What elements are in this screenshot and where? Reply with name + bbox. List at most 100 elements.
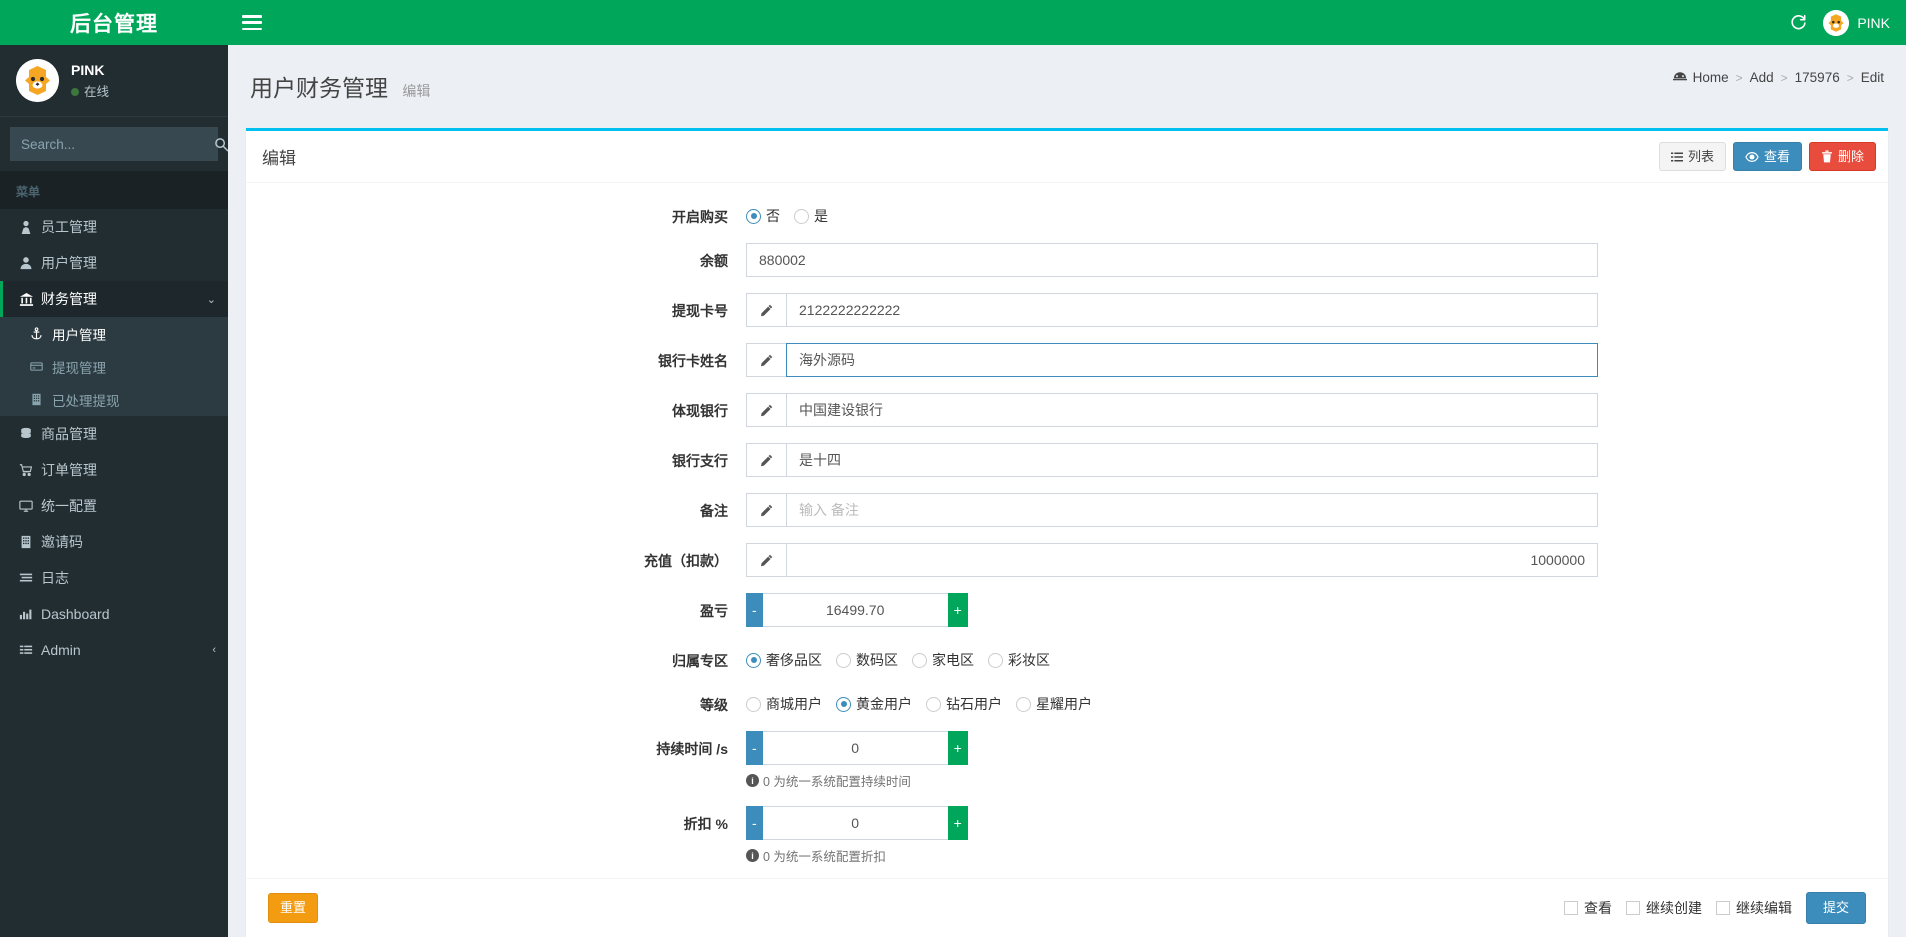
sidebar-item-logs[interactable]: 日志: [0, 560, 228, 596]
bank-icon: [19, 292, 41, 307]
duration-stepper: - +: [746, 731, 968, 766]
duration-increment-button[interactable]: +: [947, 731, 968, 766]
main-area: PINK 用户财务管理 编辑 Home > Add > 175976 > Edi…: [228, 0, 1906, 937]
app-logo[interactable]: 后台管理: [0, 0, 228, 45]
zone-field: 奢侈品区 数码区 家电区 彩妆区: [746, 643, 1888, 670]
pencil-icon: [746, 493, 786, 528]
radio-label: 星耀用户: [1036, 696, 1092, 713]
recharge-input-group: [746, 543, 1598, 578]
sidebar-subitem-withdraw-management[interactable]: 提现管理: [0, 350, 228, 383]
sidebar-search[interactable]: [10, 127, 228, 161]
level-option-diamond-user[interactable]: 钻石用户: [926, 694, 1002, 714]
topbar-user-menu[interactable]: PINK: [1823, 9, 1890, 36]
zone-option-cosmetics[interactable]: 彩妆区: [988, 650, 1050, 670]
breadcrumb-edit[interactable]: Edit: [1861, 70, 1884, 85]
reset-button[interactable]: 重置: [268, 893, 319, 923]
zone-option-appliance[interactable]: 家电区: [912, 650, 974, 670]
sidebar-item-finance-management[interactable]: 财务管理 ⌄: [0, 281, 228, 317]
sidebar-item-staff-management[interactable]: 员工管理: [0, 209, 228, 245]
breadcrumb-id[interactable]: 175976: [1795, 70, 1840, 85]
sidebar-subitem-label: 提现管理: [52, 360, 106, 376]
level-option-gold-user[interactable]: 黄金用户: [836, 694, 912, 714]
bank-card-name-input[interactable]: [786, 343, 1598, 378]
discount-decrement-button[interactable]: -: [746, 806, 763, 841]
profit-loss-input[interactable]: [762, 593, 948, 628]
refresh-icon[interactable]: [1790, 14, 1807, 31]
radio-icon: [746, 208, 761, 224]
search-button[interactable]: [208, 128, 228, 160]
branch-input-group: [746, 443, 1598, 478]
duration-input[interactable]: [762, 731, 948, 766]
level-field: 商城用户 黄金用户 钻石用户 星耀用户: [746, 687, 1888, 714]
checkbox-continue-edit[interactable]: 继续编辑: [1715, 898, 1792, 918]
zone-label: 归属专区: [672, 653, 728, 670]
sidebar: 后台管理 PINK 在线 Search... 菜单 员工管理 用户管理 财务管理…: [0, 0, 228, 937]
balance-input[interactable]: [746, 243, 1598, 278]
view-button[interactable]: 查看: [1732, 141, 1802, 172]
sidebar-item-product-management[interactable]: 商品管理: [0, 416, 228, 452]
zone-option-luxury[interactable]: 奢侈品区: [746, 650, 822, 670]
form-row-withdraw-card: 提现卡号: [246, 293, 1888, 328]
bank-card-name-input-group: [746, 343, 1598, 378]
delete-button-label: 删除: [1837, 148, 1864, 164]
list-button[interactable]: 列表: [1658, 141, 1726, 172]
pencil-icon: [746, 443, 786, 478]
checkbox-continue-create[interactable]: 继续创建: [1625, 898, 1702, 918]
remark-input[interactable]: [786, 493, 1598, 528]
checkbox-view[interactable]: 查看: [1563, 898, 1612, 918]
bank-card-name-field: [746, 343, 1888, 378]
level-option-star-user[interactable]: 星耀用户: [1016, 694, 1092, 714]
profit-loss-increment-button[interactable]: +: [947, 593, 968, 628]
sidebar-item-admin[interactable]: Admin ‹: [0, 632, 228, 668]
sidebar-subitem-user-management[interactable]: 用户管理: [0, 317, 228, 350]
profit-loss-stepper: - +: [746, 593, 968, 628]
sidebar-item-unified-config[interactable]: 统一配置: [0, 488, 228, 524]
bank-input[interactable]: [786, 393, 1598, 428]
dashboard-icon: [1672, 71, 1687, 84]
sidebar-item-order-management[interactable]: 订单管理: [0, 452, 228, 488]
delete-button[interactable]: 删除: [1808, 141, 1876, 172]
trash-icon: [1821, 150, 1833, 163]
recharge-field: [746, 543, 1888, 578]
radio-icon: [746, 696, 761, 712]
discount-help-text: i 0 为统一系统配置折扣: [746, 846, 1598, 865]
recharge-label: 充值（扣款）: [644, 553, 728, 570]
avatar: [1823, 9, 1850, 36]
level-option-mall-user[interactable]: 商城用户: [746, 694, 822, 714]
card-title: 编辑: [262, 149, 296, 169]
discount-stepper: - +: [746, 806, 968, 841]
form-row-balance: 余额: [246, 243, 1888, 278]
profit-loss-label: 盈亏: [700, 603, 728, 620]
avatar: [16, 59, 59, 102]
recharge-input[interactable]: [786, 543, 1598, 578]
search-input[interactable]: [11, 136, 208, 152]
hamburger-icon[interactable]: [242, 15, 262, 30]
profit-loss-decrement-button[interactable]: -: [746, 593, 763, 628]
sidebar-menu-header: 菜单: [0, 171, 228, 209]
zone-option-digital[interactable]: 数码区: [836, 650, 898, 670]
remark-field: [746, 493, 1888, 528]
duration-decrement-button[interactable]: -: [746, 731, 763, 766]
sidebar-item-invite-code[interactable]: 邀请码: [0, 524, 228, 560]
sidebar-item-dashboard[interactable]: Dashboard: [0, 596, 228, 632]
submit-button[interactable]: 提交: [1805, 892, 1866, 924]
form-row-recharge: 充值（扣款）: [246, 543, 1888, 578]
branch-input[interactable]: [786, 443, 1598, 478]
sidebar-item-label: Dashboard: [41, 606, 110, 622]
breadcrumb: Home > Add > 175976 > Edit: [1672, 62, 1884, 85]
sidebar-item-label: 商品管理: [41, 426, 97, 442]
form-row-level: 等级 商城用户 黄金用户 钻石用户 星耀用户: [246, 687, 1888, 715]
enable-purchase-option-yes[interactable]: 是: [794, 206, 828, 226]
discount-increment-button[interactable]: +: [947, 806, 968, 841]
withdraw-card-input[interactable]: [786, 293, 1598, 328]
enable-purchase-option-no[interactable]: 否: [746, 206, 780, 226]
checkbox-label: 继续编辑: [1735, 900, 1792, 917]
sidebar-item-user-management[interactable]: 用户管理: [0, 245, 228, 281]
breadcrumb-add[interactable]: Add: [1750, 70, 1774, 85]
chevron-down-icon: ⌄: [206, 293, 216, 306]
bank-input-group: [746, 393, 1598, 428]
discount-input[interactable]: [762, 806, 948, 841]
breadcrumb-home[interactable]: Home: [1672, 70, 1729, 85]
sidebar-subitem-processed-withdraw[interactable]: 已处理提现: [0, 383, 228, 416]
withdraw-card-label: 提现卡号: [672, 303, 728, 320]
